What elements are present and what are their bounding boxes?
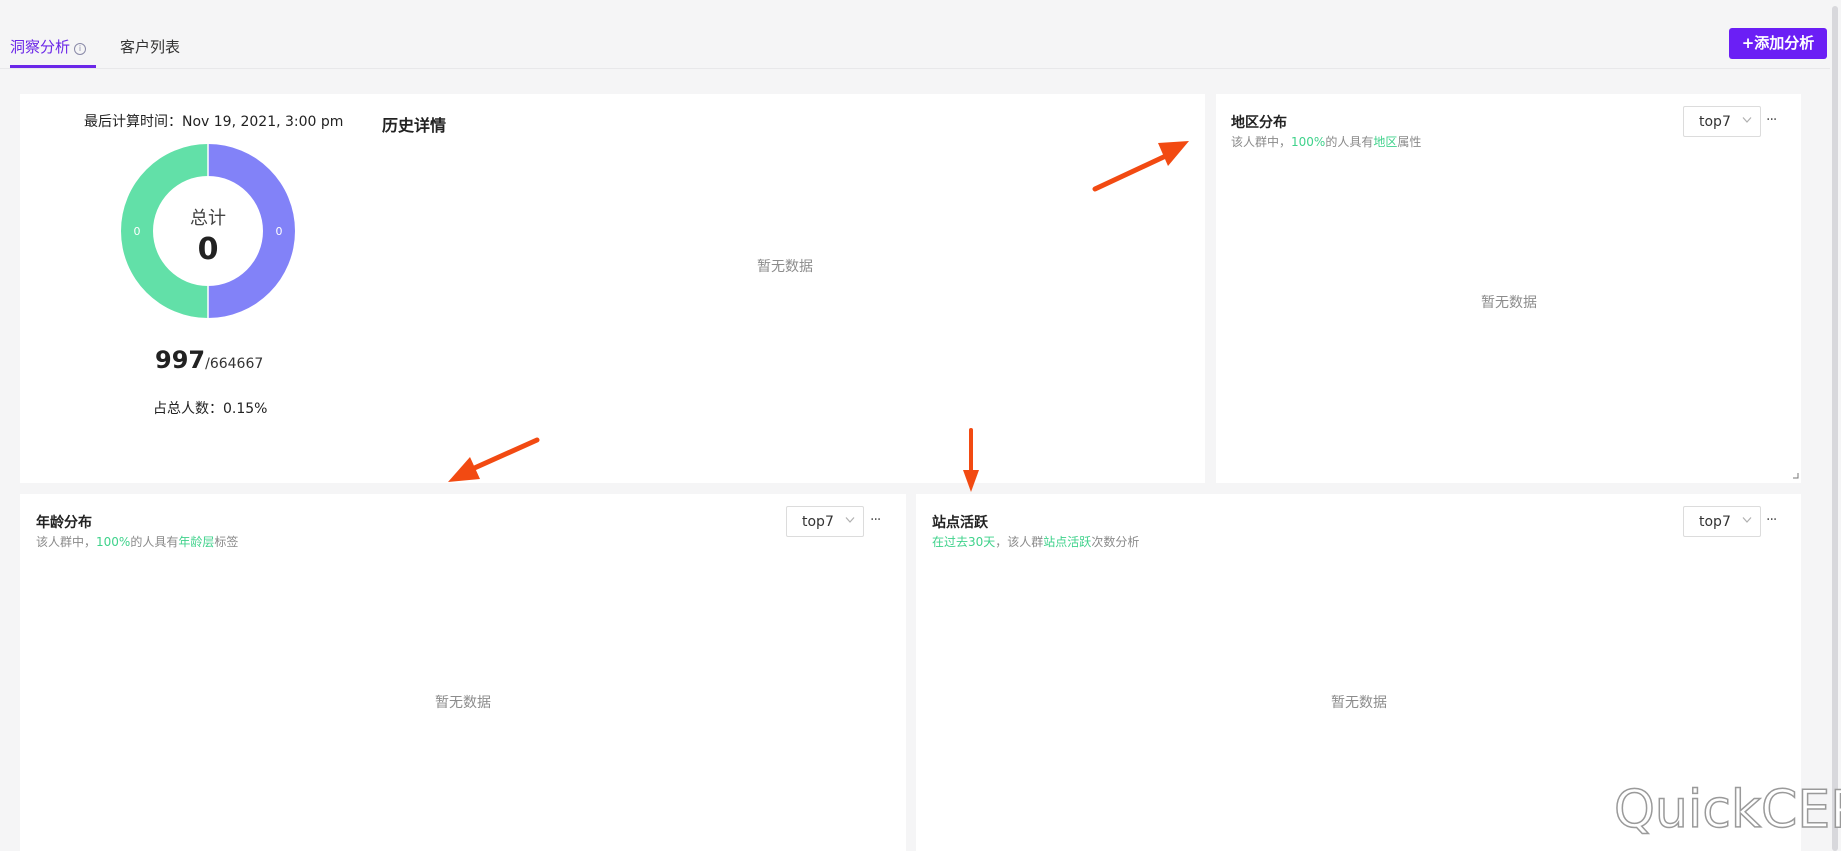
arrow-to-age-card-head (448, 457, 480, 482)
vertical-scrollbar[interactable] (1830, 0, 1841, 851)
arrow-to-site-card-head (963, 470, 979, 492)
arrow-to-region-card (1092, 151, 1173, 192)
arrow-to-age-card (467, 437, 540, 473)
watermark-text: QuickCEP (1613, 779, 1841, 841)
scrollbar-thumb[interactable] (1832, 6, 1838, 851)
annotation-arrows (448, 141, 1189, 492)
arrow-to-region-card-head (1158, 141, 1189, 166)
